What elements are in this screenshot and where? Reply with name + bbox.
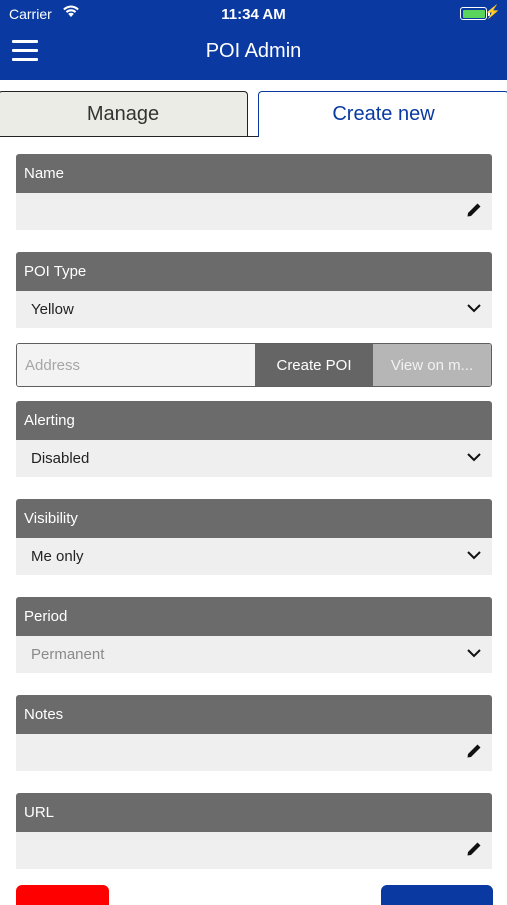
alerting-section: Alerting Disabled <box>16 401 492 477</box>
chevron-down-icon <box>467 304 481 313</box>
poi-type-select[interactable]: Yellow <box>16 291 492 328</box>
charging-bolt-icon: ⚡ <box>484 4 501 19</box>
clock: 11:34 AM <box>221 6 286 23</box>
url-field[interactable] <box>16 832 492 869</box>
page-title: POI Admin <box>205 40 302 62</box>
tab-create-new[interactable]: Create new <box>258 91 507 137</box>
create-poi-button[interactable]: Create POI <box>255 344 373 386</box>
name-section: Name <box>16 154 492 230</box>
period-value: Permanent <box>31 646 105 663</box>
period-label: Period <box>16 597 492 636</box>
chevron-down-icon <box>467 649 481 658</box>
battery-icon <box>460 7 487 20</box>
notes-field[interactable] <box>16 734 492 771</box>
alerting-select[interactable]: Disabled <box>16 440 492 477</box>
poi-type-value: Yellow <box>31 301 74 318</box>
pencil-icon[interactable] <box>466 743 482 759</box>
name-label: Name <box>16 154 492 193</box>
chevron-down-icon <box>467 551 481 560</box>
period-select[interactable]: Permanent <box>16 636 492 673</box>
alerting-value: Disabled <box>31 450 90 467</box>
status-bar: Carrier 11:34 AM ⚡ <box>0 0 507 28</box>
tab-divider <box>0 136 258 137</box>
top-bar: Carrier 11:34 AM ⚡ POI Admin <box>0 0 507 80</box>
notes-section: Notes <box>16 695 492 771</box>
address-row: Create POI View on m... <box>16 343 492 387</box>
notes-label: Notes <box>16 695 492 734</box>
save-button[interactable] <box>381 885 493 905</box>
visibility-label: Visibility <box>16 499 492 538</box>
tab-manage[interactable]: Manage <box>0 91 248 137</box>
pencil-icon[interactable] <box>466 202 482 218</box>
url-section: URL <box>16 793 492 869</box>
alerting-label: Alerting <box>16 401 492 440</box>
pencil-icon[interactable] <box>466 841 482 857</box>
visibility-value: Me only <box>31 548 84 565</box>
address-input[interactable] <box>17 344 255 386</box>
visibility-select[interactable]: Me only <box>16 538 492 575</box>
url-label: URL <box>16 793 492 832</box>
poi-type-section: POI Type Yellow <box>16 252 492 328</box>
period-section: Period Permanent <box>16 597 492 673</box>
visibility-section: Visibility Me only <box>16 499 492 575</box>
name-field[interactable] <box>16 193 492 230</box>
chevron-down-icon <box>467 453 481 462</box>
cancel-button[interactable] <box>16 885 109 905</box>
view-on-map-button[interactable]: View on m... <box>373 344 491 386</box>
poi-type-label: POI Type <box>16 252 492 291</box>
